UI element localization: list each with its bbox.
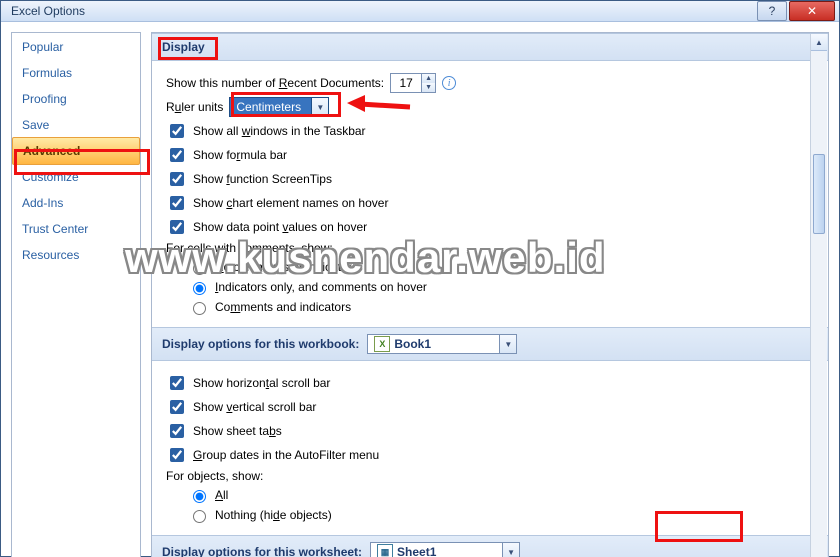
workbook-select[interactable]: X Book1 ▼ bbox=[367, 334, 517, 354]
ruler-units-label: Ruler units bbox=[166, 100, 223, 114]
chevron-down-icon[interactable]: ▼ bbox=[499, 335, 516, 353]
spinner-down-icon[interactable]: ▼ bbox=[421, 83, 435, 92]
help-button[interactable]: ? bbox=[757, 1, 787, 21]
workbook-section-header: Display options for this workbook: X Boo… bbox=[152, 327, 828, 361]
chk-group-dates[interactable] bbox=[170, 448, 184, 462]
chk-show-all-windows[interactable] bbox=[170, 124, 184, 138]
objects-header-label: For objects, show: bbox=[166, 469, 814, 483]
scroll-up-icon[interactable]: ▲ bbox=[811, 34, 827, 51]
scroll-thumb[interactable] bbox=[813, 154, 825, 234]
sidebar-item-advanced[interactable]: Advanced bbox=[12, 137, 140, 165]
comments-header-label: For cells with comments, show: bbox=[166, 241, 814, 255]
window-title: Excel Options bbox=[5, 4, 85, 18]
sidebar-item-formulas[interactable]: Formulas bbox=[12, 60, 140, 86]
chk-show-chart-names[interactable] bbox=[170, 196, 184, 210]
radio-comments-both[interactable] bbox=[193, 302, 206, 315]
sidebar-item-trustcenter[interactable]: Trust Center bbox=[12, 216, 140, 242]
chk-hscroll[interactable] bbox=[170, 376, 184, 390]
spinner-up-icon[interactable]: ▲ bbox=[421, 74, 435, 83]
titlebar: Excel Options ? ✕ bbox=[1, 1, 839, 22]
sidebar-item-popular[interactable]: Popular bbox=[12, 34, 140, 60]
radio-objects-nothing[interactable] bbox=[193, 510, 206, 523]
sidebar-item-addins[interactable]: Add-Ins bbox=[12, 190, 140, 216]
options-main-panel: Display Show this number of Recent Docum… bbox=[151, 32, 829, 557]
chk-show-data-values[interactable] bbox=[170, 220, 184, 234]
close-button[interactable]: ✕ bbox=[789, 1, 835, 21]
chk-sheet-tabs[interactable] bbox=[170, 424, 184, 438]
chk-show-formula-bar[interactable] bbox=[170, 148, 184, 162]
sidebar-item-save[interactable]: Save bbox=[12, 112, 140, 138]
radio-comments-indicators[interactable] bbox=[193, 282, 206, 295]
vertical-scrollbar[interactable]: ▲ ▼ bbox=[810, 34, 827, 557]
excel-sheet-icon: ▦ bbox=[377, 544, 393, 557]
chevron-down-icon[interactable]: ▼ bbox=[311, 98, 328, 116]
recent-docs-spinner[interactable]: ▲▼ bbox=[390, 73, 436, 93]
radio-comments-none[interactable] bbox=[193, 262, 206, 275]
radio-objects-all[interactable] bbox=[193, 490, 206, 503]
excel-workbook-icon: X bbox=[374, 336, 390, 352]
sidebar-item-proofing[interactable]: Proofing bbox=[12, 86, 140, 112]
recent-docs-input[interactable] bbox=[391, 74, 421, 92]
recent-docs-label: Show this number of Recent Documents: bbox=[166, 76, 384, 90]
sidebar-item-resources[interactable]: Resources bbox=[12, 242, 140, 268]
worksheet-section-header: Display options for this worksheet: ▦ Sh… bbox=[152, 535, 828, 557]
display-section-header: Display bbox=[152, 33, 828, 61]
options-sidebar: Popular Formulas Proofing Save Advanced … bbox=[11, 32, 141, 557]
info-icon: i bbox=[442, 76, 456, 90]
sidebar-item-customize[interactable]: Customize bbox=[12, 164, 140, 190]
worksheet-select[interactable]: ▦ Sheet1 ▼ bbox=[370, 542, 520, 557]
ruler-units-select[interactable]: Centimeters ▼ bbox=[229, 97, 329, 117]
excel-options-window: Excel Options ? ✕ Popular Formulas Proof… bbox=[0, 0, 840, 557]
chevron-down-icon[interactable]: ▼ bbox=[502, 543, 519, 557]
chk-show-function-screentips[interactable] bbox=[170, 172, 184, 186]
chk-vscroll[interactable] bbox=[170, 400, 184, 414]
